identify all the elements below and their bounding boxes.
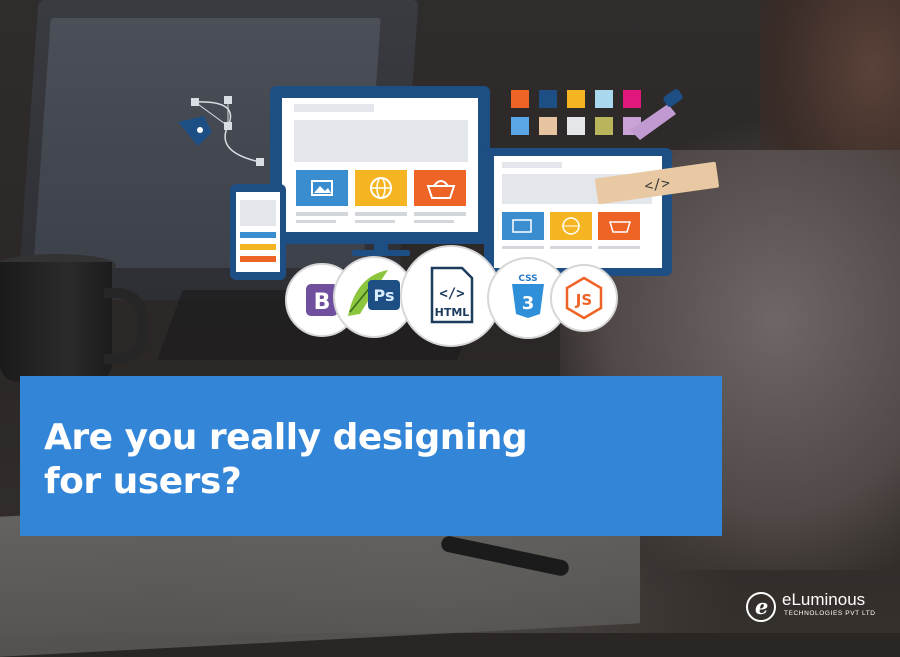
html-code-icon: </> [439,286,464,302]
headline-line-1: Are you really designing [44,417,528,458]
web-design-illustration: </> B Ps </> HTML CSS 3 JS [178,86,719,347]
html-icon-label: HTML [435,306,470,319]
css3-icon: 3 [522,293,535,314]
badge-nodejs: JS [550,264,618,332]
headline-line-2: for users? [44,461,242,502]
tablet-device [484,148,672,276]
bootstrap-icon-label: B [314,290,331,315]
mobile-device [230,184,286,280]
desktop-monitor [270,86,490,256]
logo-name: eLuminous [782,590,866,609]
logo-tagline: TECHNOLOGIES PVT LTD [784,610,876,617]
company-logo: e eLuminous TECHNOLOGIES PVT LTD [746,590,896,622]
css-icon-label: CSS [518,274,537,284]
headline: Are you really designing for users? [44,416,664,504]
badge-html: </> HTML [400,245,502,347]
logo-mark-icon: e [746,592,776,622]
color-palette [511,90,641,135]
photoshop-icon-label: Ps [374,286,395,305]
pen-tool-icon [178,96,264,166]
js-icon-label: JS [575,291,592,309]
